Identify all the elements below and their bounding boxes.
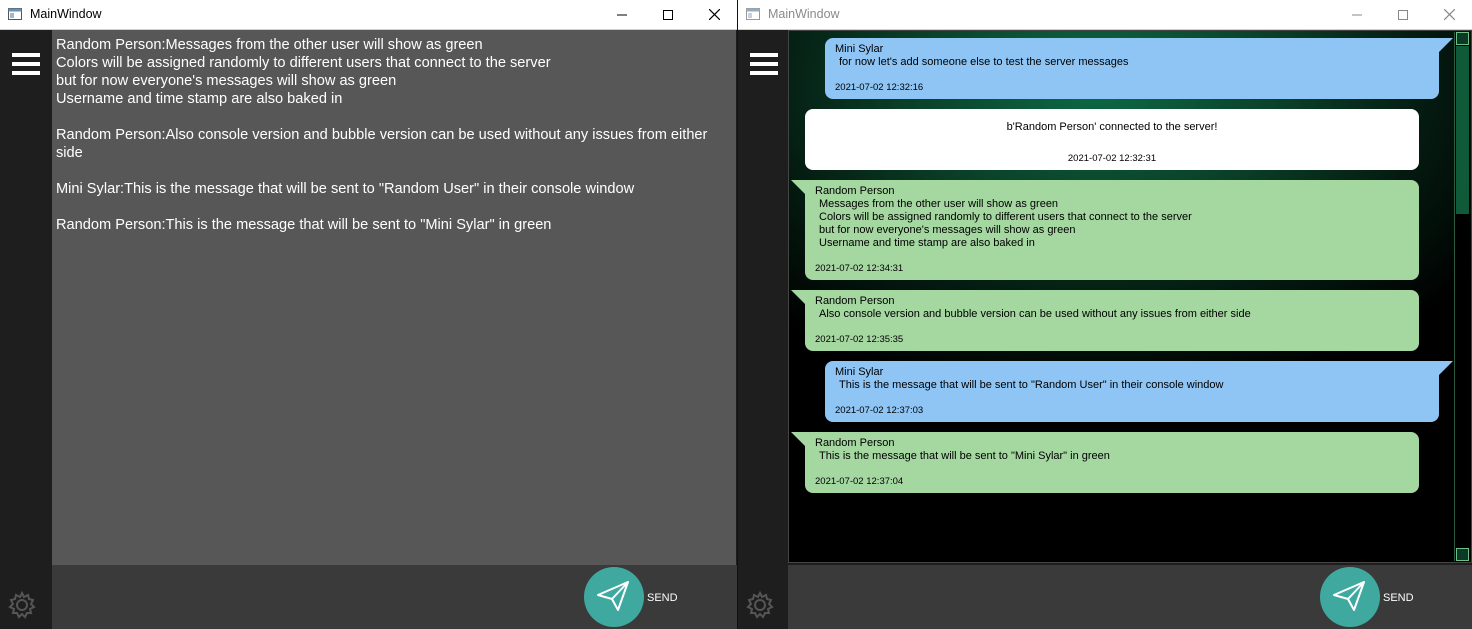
bubble-text: b'Random Person' connected to the server…: [1006, 121, 1218, 133]
title-bar[interactable]: MainWindow: [0, 0, 737, 30]
bubble-sender: Mini Sylar: [835, 366, 884, 378]
main-window-bubbles: MainWindow Mini Sylar for now let's add: [738, 0, 1472, 629]
bubble-tail: [1439, 38, 1453, 52]
bubble-sender: Mini Sylar: [835, 43, 884, 55]
scroll-up-arrow[interactable]: [1456, 32, 1469, 45]
bubble-timestamp: 2021-07-02 12:34:31: [815, 263, 904, 274]
app-window-icon: [8, 8, 22, 20]
scroll-thumb[interactable]: [1456, 46, 1469, 214]
send-button[interactable]: [584, 567, 644, 627]
bubble-sender: Random Person: [815, 185, 895, 197]
message-bar: SEND: [52, 565, 737, 629]
bubble-text: Messages from the other user will show a…: [819, 198, 1192, 249]
message-input[interactable]: [788, 565, 1318, 629]
main-window-console: MainWindow Random Person:Messages from t…: [0, 0, 738, 629]
system-notice-bubble: b'Random Person' connected to the server…: [805, 109, 1419, 170]
message-input[interactable]: [52, 565, 582, 629]
title-bar[interactable]: MainWindow: [738, 0, 1472, 30]
paper-plane-icon: [1333, 581, 1365, 611]
bubble-tail: [791, 180, 805, 194]
console-message: Random Person:Also console version and b…: [56, 127, 712, 161]
minimize-icon: [617, 14, 627, 15]
minimize-icon: [1352, 14, 1362, 15]
chat-bubble-incoming: Random Person Messages from the other us…: [805, 180, 1419, 280]
bubble-sender: Random Person: [815, 295, 895, 307]
bubble-timestamp: 2021-07-02 12:37:04: [815, 476, 904, 487]
bubble-timestamp: 2021-07-02 12:32:31: [1067, 153, 1157, 164]
scroll-down-arrow[interactable]: [1456, 548, 1469, 561]
sidebar: [0, 30, 52, 629]
close-button[interactable]: [1427, 0, 1471, 29]
bubble-timestamp: 2021-07-02 12:37:03: [835, 405, 924, 416]
bubble-tail: [791, 290, 805, 304]
send-label: SEND: [1383, 592, 1414, 604]
close-icon: [708, 9, 720, 20]
chat-bubble-outgoing: Mini Sylar for now let's add someone els…: [825, 38, 1439, 99]
bubble-text: This is the message that will be sent to…: [819, 450, 1110, 462]
bubble-text: Also console version and bubble version …: [819, 308, 1251, 320]
close-button[interactable]: [692, 0, 736, 29]
bubble-tail: [791, 432, 805, 446]
chat-console[interactable]: Random Person:Messages from the other us…: [52, 30, 736, 565]
bubble-tail: [1439, 361, 1453, 375]
sidebar: [738, 30, 790, 629]
maximize-icon: [663, 9, 673, 20]
send-label: SEND: [647, 592, 678, 604]
console-message: Mini Sylar:This is the message that will…: [56, 181, 635, 197]
console-message: Random Person:This is the message that w…: [56, 217, 552, 233]
window-title: MainWindow: [768, 7, 840, 21]
hamburger-menu-icon[interactable]: [750, 52, 778, 76]
message-bar: SEND: [788, 565, 1472, 629]
console-message: Random Person:Messages from the other us…: [56, 37, 551, 107]
maximize-icon: [1398, 9, 1408, 20]
chat-bubble-incoming: Random Person Also console version and b…: [805, 290, 1419, 351]
send-button[interactable]: [1320, 567, 1380, 627]
maximize-button[interactable]: [1381, 0, 1425, 29]
minimize-button[interactable]: [600, 0, 644, 29]
bubble-text: This is the message that will be sent to…: [839, 379, 1224, 391]
chat-bubble-incoming: Random Person This is the message that w…: [805, 432, 1419, 493]
vertical-scrollbar[interactable]: [1454, 32, 1470, 561]
hamburger-menu-icon[interactable]: [12, 52, 40, 76]
bubble-timestamp: 2021-07-02 12:32:16: [835, 82, 924, 93]
window-title: MainWindow: [30, 7, 102, 21]
chat-bubble-outgoing: Mini Sylar This is the message that will…: [825, 361, 1439, 422]
bubble-sender: Random Person: [815, 437, 895, 449]
gear-icon[interactable]: [6, 589, 38, 621]
app-window-icon: [746, 8, 760, 20]
paper-plane-icon: [597, 581, 629, 611]
minimize-button[interactable]: [1335, 0, 1379, 29]
maximize-button[interactable]: [646, 0, 690, 29]
gear-icon[interactable]: [744, 589, 776, 621]
bubble-text: for now let's add someone else to test t…: [839, 56, 1129, 68]
close-icon: [1443, 9, 1455, 20]
chat-bubble-area[interactable]: Mini Sylar for now let's add someone els…: [788, 30, 1472, 563]
bubble-timestamp: 2021-07-02 12:35:35: [815, 334, 904, 345]
